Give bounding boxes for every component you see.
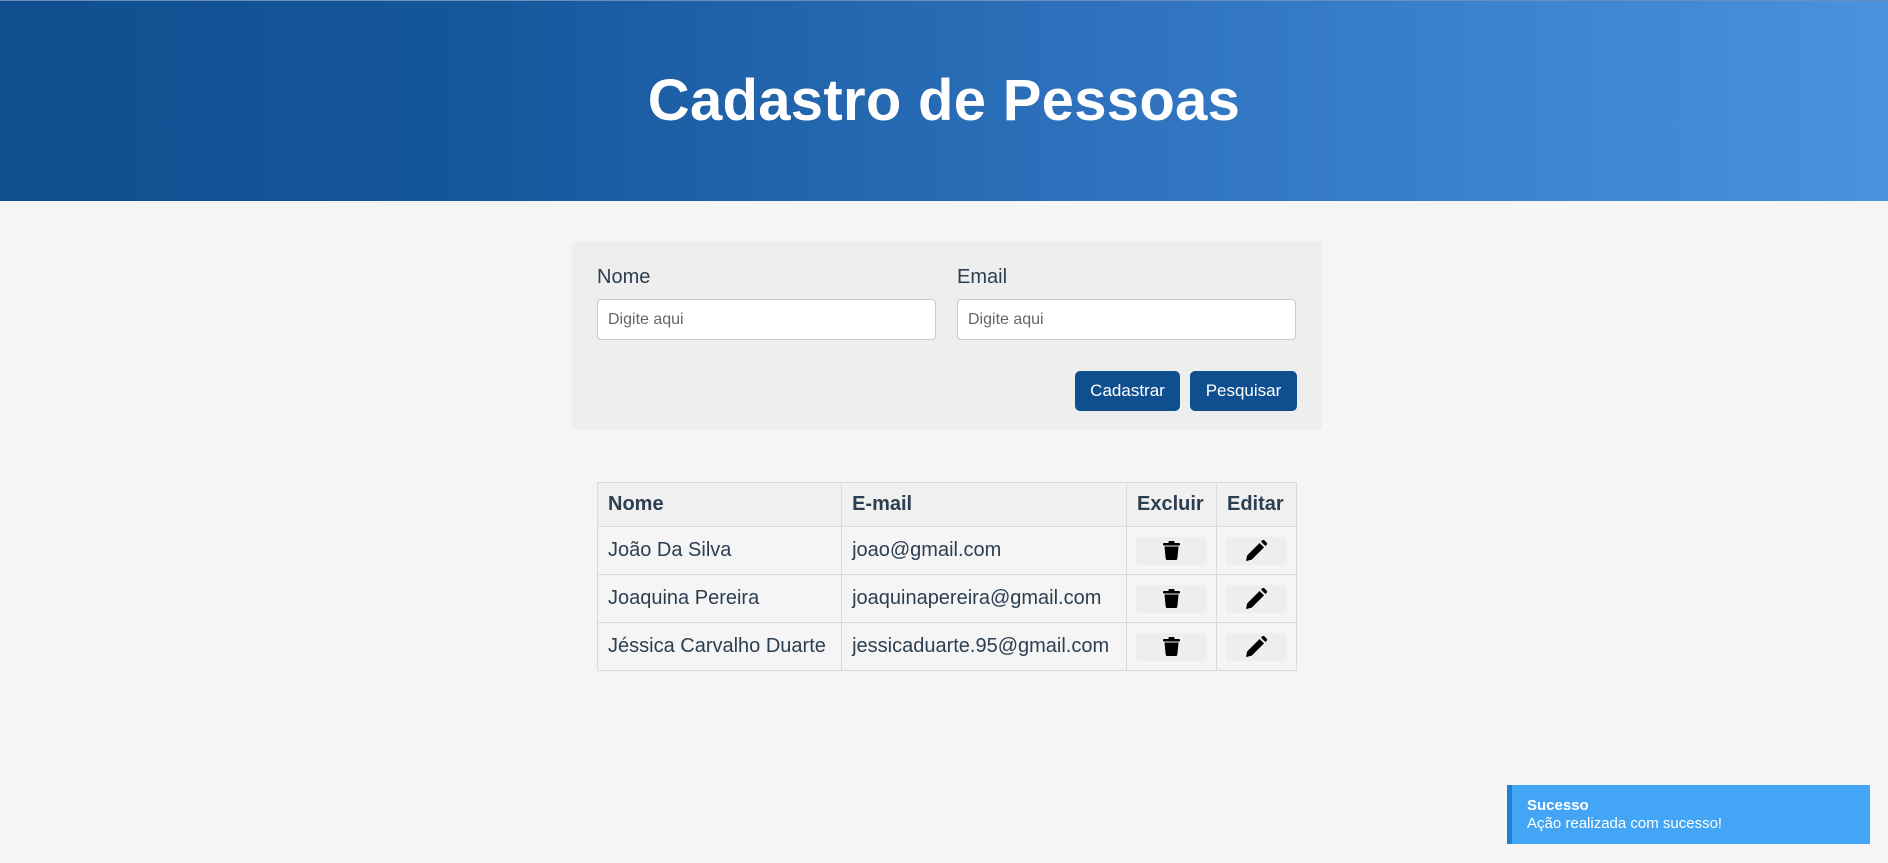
pencil-icon	[1246, 588, 1267, 609]
trash-icon	[1163, 541, 1180, 560]
person-name-cell: Jéssica Carvalho Duarte	[596, 622, 843, 671]
email-label: Email	[957, 266, 1008, 288]
delete-cell	[1126, 622, 1217, 671]
column-header-email: E-mail	[841, 482, 1128, 527]
delete-button[interactable]	[1136, 632, 1207, 661]
table-header-row: Nome E-mail Excluir Editar	[596, 482, 1297, 527]
success-toast: Sucesso Ação realizada com sucesso!	[1507, 785, 1870, 844]
trash-icon	[1163, 589, 1180, 608]
email-input[interactable]	[957, 299, 1296, 340]
person-name-cell: Joaquina Pereira	[596, 574, 843, 623]
trash-icon	[1163, 637, 1180, 656]
delete-cell	[1126, 574, 1217, 623]
people-table: Nome E-mail Excluir Editar João Da Silva…	[596, 482, 1297, 671]
person-email-cell: joao@gmail.com	[841, 526, 1128, 575]
register-button[interactable]: Cadastrar	[1075, 371, 1180, 411]
toast-message: Ação realizada com sucesso!	[1527, 815, 1723, 832]
table-row: João Da Silva joao@gmail.com	[596, 526, 1297, 575]
person-name-cell: João Da Silva	[596, 526, 843, 575]
search-button[interactable]: Pesquisar	[1190, 371, 1297, 411]
column-header-edit: Editar	[1216, 482, 1297, 527]
edit-button[interactable]	[1226, 632, 1287, 661]
column-header-delete: Excluir	[1126, 482, 1217, 527]
name-input[interactable]	[597, 299, 936, 340]
delete-button[interactable]	[1136, 584, 1207, 613]
delete-button[interactable]	[1136, 536, 1207, 565]
toast-title: Sucesso	[1527, 797, 1589, 814]
edit-cell	[1216, 574, 1297, 623]
name-label: Nome	[597, 266, 651, 288]
edit-cell	[1216, 622, 1297, 671]
table-row: Joaquina Pereira joaquinapereira@gmail.c…	[596, 574, 1297, 623]
person-email-cell: jessicaduarte.95@gmail.com	[841, 622, 1128, 671]
edit-button[interactable]	[1226, 536, 1287, 565]
page-header: Cadastro de Pessoas	[0, 0, 1888, 201]
edit-cell	[1216, 526, 1297, 575]
column-header-name: Nome	[596, 482, 843, 527]
page-title: Cadastro de Pessoas	[647, 68, 1241, 133]
edit-button[interactable]	[1226, 584, 1287, 613]
person-email-cell: joaquinapereira@gmail.com	[841, 574, 1128, 623]
delete-cell	[1126, 526, 1217, 575]
pencil-icon	[1246, 540, 1267, 561]
table-row: Jéssica Carvalho Duarte jessicaduarte.95…	[596, 622, 1297, 671]
pencil-icon	[1246, 636, 1267, 657]
